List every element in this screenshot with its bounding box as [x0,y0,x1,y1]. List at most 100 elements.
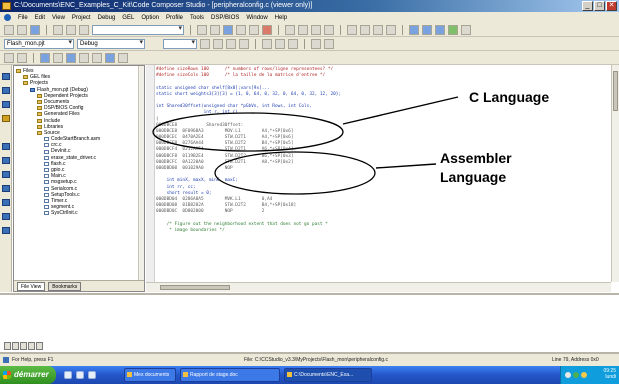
step-over-icon[interactable] [422,24,432,35]
step-into-icon[interactable] [409,24,419,35]
cpu-register-icon[interactable] [4,52,14,63]
compile-icon[interactable] [311,24,321,35]
minimize-button[interactable]: _ [582,1,593,11]
indent-icon[interactable] [236,24,246,35]
project-combo[interactable]: Flash_mon.pjt [4,38,74,49]
tray-network-icon[interactable] [565,372,571,378]
start-button[interactable]: démarrer [0,366,56,384]
quicklaunch-desktop-icon[interactable] [76,371,84,379]
disassembly-window-icon[interactable] [40,52,50,63]
animate-icon[interactable] [2,171,10,178]
tab-file-view[interactable]: File View [17,281,46,291]
mixed-mode-icon[interactable] [105,52,115,63]
quicklaunch-ie-icon[interactable] [64,371,72,379]
tray-volume-icon[interactable] [581,372,587,378]
maximize-button[interactable]: □ [594,1,605,11]
doc-menu-icon[interactable] [4,14,11,21]
go-main-icon[interactable] [2,213,10,220]
save-icon[interactable] [30,24,40,35]
stop-build-icon[interactable] [324,24,334,35]
output-tab-log[interactable] [28,342,35,350]
reset-icon[interactable] [2,185,10,192]
bookmark-icon[interactable] [223,24,233,35]
tab-bookmarks[interactable]: Bookmarks [48,281,82,291]
edit-icon[interactable] [118,52,128,63]
output-tab-find[interactable] [20,342,27,350]
menu-debug[interactable]: Debug [98,15,116,21]
output-tab-misc[interactable] [36,342,43,350]
menu-project[interactable]: Project [72,15,91,21]
toggle-breakpoint-icon[interactable] [262,38,272,49]
menu-edit[interactable]: Edit [35,15,45,21]
find-icon[interactable] [197,24,207,35]
menu-option[interactable]: Option [141,15,159,21]
step-out-icon[interactable] [435,24,445,35]
breakpoint-icon[interactable] [461,24,471,35]
project-tree-scrollbar[interactable] [138,66,144,281]
run-icon[interactable] [448,24,458,35]
stop-icon[interactable] [239,38,249,49]
menu-gel[interactable]: GEL [122,15,134,21]
output-tab-build[interactable] [4,342,11,350]
task-button-2[interactable]: Rapport de stage.doc [180,368,280,382]
task-button-1[interactable]: Mes documents [124,368,176,382]
menu-dspbios[interactable]: DSP/BIOS [211,15,239,21]
register-icon[interactable] [373,24,383,35]
output-window[interactable] [0,293,619,353]
horizontal-scroll-thumb[interactable] [160,285,230,290]
paste-icon[interactable] [79,24,89,35]
rebuild-icon[interactable] [298,24,308,35]
memory-icon[interactable] [360,24,370,35]
halt-icon[interactable] [262,24,272,35]
find-combo[interactable] [92,24,184,35]
task-button-3[interactable]: C:\Documents\ENC_Exa... [284,368,372,382]
step-over-side-icon[interactable] [2,87,10,94]
editor-horizontal-scrollbar[interactable] [146,282,611,292]
graph-icon[interactable] [324,38,334,49]
stack-icon[interactable] [53,52,63,63]
close-button[interactable]: ✕ [606,1,617,11]
run-to-cursor-icon[interactable] [2,115,10,122]
vertical-scroll-thumb[interactable] [613,71,618,111]
menu-view[interactable]: View [52,15,65,21]
new-file-icon[interactable] [4,24,14,35]
menu-help[interactable]: Help [275,15,287,21]
config-combo[interactable]: Debug [77,38,145,49]
editor-gutter[interactable] [146,65,155,282]
disassembly-icon[interactable] [386,24,396,35]
run-side-icon[interactable] [2,143,10,150]
clock[interactable]: 09:25 lundi [603,368,616,380]
tray-antivirus-icon[interactable] [573,372,579,378]
copy-icon[interactable] [66,24,76,35]
watch-icon[interactable] [347,24,357,35]
outdent-icon[interactable] [249,24,259,35]
expression-icon[interactable] [92,52,102,63]
memory-window-icon[interactable] [17,52,27,63]
build-icon[interactable] [285,24,295,35]
watch-window-icon[interactable] [66,52,76,63]
rebuild-all-icon[interactable] [226,38,236,49]
profile-icon[interactable] [311,38,321,49]
output-tab-stdout[interactable] [12,342,19,350]
menu-profile[interactable]: Profile [166,15,183,21]
halt-side-icon[interactable] [2,157,10,164]
breakpoint-side-icon[interactable] [2,227,10,234]
tree-item[interactable]: SysCtrlInit.c [16,210,144,216]
find-next-icon[interactable] [210,24,220,35]
open-folder-icon[interactable] [17,24,27,35]
menu-window[interactable]: Window [246,15,267,21]
code-line[interactable]: * image boundaries */ [156,228,611,234]
menu-tools[interactable]: Tools [190,15,204,21]
variables-icon[interactable] [79,52,89,63]
step-icon[interactable] [2,73,10,80]
menu-file[interactable]: File [18,15,28,21]
quicklaunch-media-icon[interactable] [88,371,96,379]
cut-icon[interactable] [53,24,63,35]
incremental-build-icon[interactable] [213,38,223,49]
compile-file-icon[interactable] [200,38,210,49]
editor-vertical-scrollbar[interactable] [611,65,619,282]
target-combo[interactable] [163,38,197,49]
step-out-side-icon[interactable] [2,101,10,108]
probe-point-icon[interactable] [288,38,298,49]
remove-breakpoints-icon[interactable] [275,38,285,49]
